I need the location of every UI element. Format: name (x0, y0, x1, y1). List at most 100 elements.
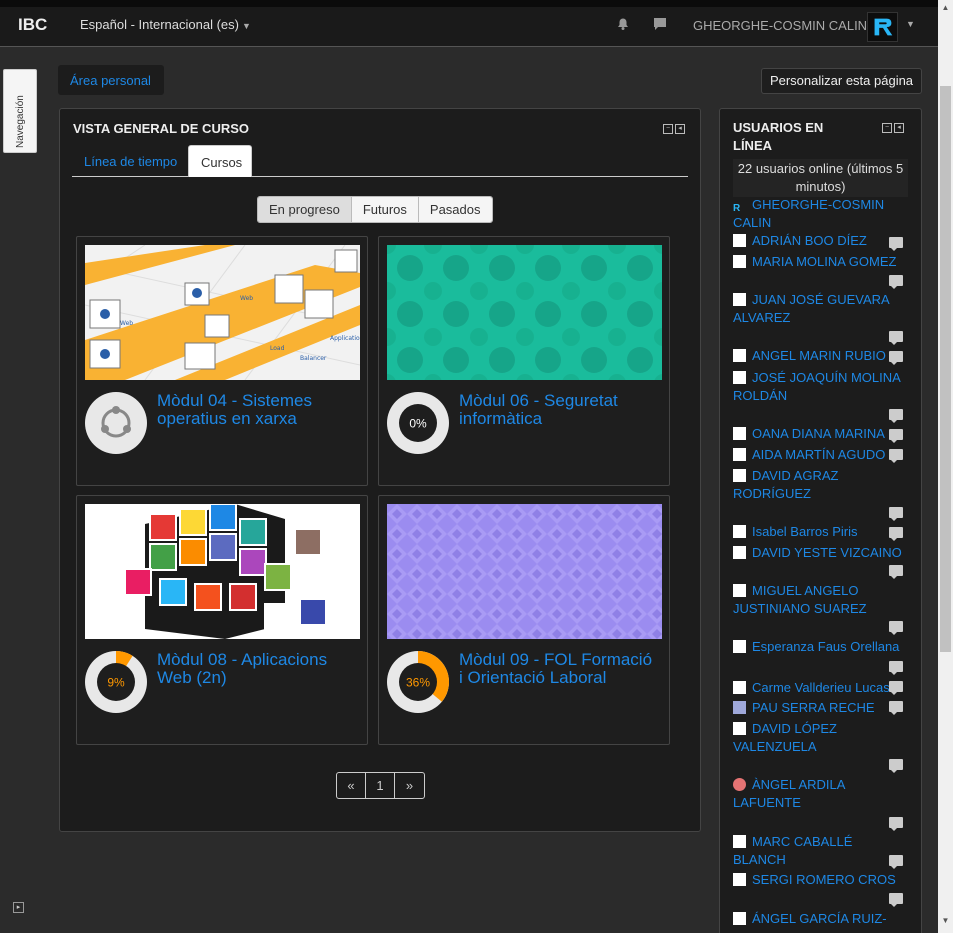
filter-in-progress-button[interactable]: En progreso (258, 197, 352, 222)
tab-timeline[interactable]: Línea de tiempo (72, 145, 189, 177)
send-message-icon[interactable] (889, 429, 903, 443)
course-image-network-diagram[interactable]: Web Load Balancer Web Application (85, 245, 360, 380)
online-user-name: Isabel Barros Piris (752, 524, 858, 539)
online-user-item[interactable]: Esperanza Faus Orellana (733, 638, 908, 656)
course-name-link[interactable]: Mòdul 09 - FOL Formació i Orientació Lab… (459, 651, 659, 687)
send-message-icon[interactable] (889, 817, 903, 831)
online-user-item[interactable]: OANA DIANA MARINA (733, 425, 908, 443)
online-user-item[interactable]: ÁNGEL GARCÍA RUIZ- (733, 910, 908, 928)
filter-past-button[interactable]: Pasados (418, 197, 492, 222)
hide-block-icon[interactable]: − (663, 124, 673, 134)
course-name-link[interactable]: Mòdul 08 - Aplicacions Web (2n) (157, 651, 357, 687)
user-avatar-icon (733, 640, 746, 653)
online-user-name: ÁNGEL GARCÍA RUIZ- (752, 911, 887, 926)
course-name-link[interactable]: Mòdul 06 - Seguretat informàtica (459, 392, 659, 428)
online-user-item[interactable]: Isabel Barros Piris (733, 523, 908, 541)
navigation-drawer-toggle[interactable]: Navegación (3, 69, 37, 153)
online-user-item[interactable]: ANGEL MARIN RUBIO (733, 347, 908, 365)
course-name-link[interactable]: Mòdul 04 - Sistemes operatius en xarxa (157, 392, 357, 428)
send-message-icon[interactable] (889, 759, 903, 773)
online-user-item[interactable]: JUAN JOSÉ GUEVARA ALVAREZ (733, 291, 908, 327)
page-scrollbar[interactable]: ▲ ▼ (938, 0, 953, 933)
course-card[interactable]: Web Load Balancer Web Application Mòdul 04 … (76, 236, 368, 486)
online-user-item[interactable]: SERGI ROMERO CROS (733, 871, 908, 889)
send-message-icon[interactable] (889, 621, 903, 635)
online-user-name: ANGEL MARIN RUBIO (752, 348, 886, 363)
online-user-name: OANA DIANA MARINA (752, 426, 885, 441)
send-message-icon[interactable] (889, 893, 903, 907)
svg-text:Application: Application (330, 335, 360, 342)
user-avatar-icon (733, 912, 746, 925)
online-user-item[interactable]: ÀNGEL ARDILA LAFUENTE (733, 776, 908, 812)
course-card[interactable]: 9% Mòdul 08 - Aplicacions Web (2n) (76, 495, 368, 745)
online-user-item[interactable]: AIDA MARTÍN AGUDO (733, 446, 908, 464)
navigation-drawer-label: Navegación (15, 95, 26, 148)
filter-future-button[interactable]: Futuros (351, 197, 419, 222)
pagination-prev-button[interactable]: « (337, 773, 366, 798)
breadcrumb-dashboard-link[interactable]: Área personal (70, 73, 151, 88)
online-user-item[interactable]: PAU SERRA RECHE (733, 699, 908, 717)
scroll-down-icon[interactable]: ▼ (938, 913, 953, 929)
send-message-icon[interactable] (889, 661, 903, 675)
site-brand[interactable]: IBC (18, 15, 47, 35)
send-message-icon[interactable] (889, 507, 903, 521)
messages-icon[interactable] (652, 16, 668, 32)
user-avatar-icon (733, 835, 746, 848)
user-avatar-icon (733, 525, 746, 538)
send-message-icon[interactable] (889, 565, 903, 579)
online-user-name: PAU SERRA RECHE (752, 700, 875, 715)
user-menu-caret-icon[interactable]: ▼ (906, 19, 915, 29)
online-user-item[interactable]: R GHEORGHE-COSMIN CALIN (733, 196, 908, 232)
send-message-icon[interactable] (889, 351, 903, 365)
send-message-icon[interactable] (889, 701, 903, 715)
course-card[interactable]: 0% Mòdul 06 - Seguretat informàtica (378, 236, 670, 486)
online-user-item[interactable]: MIGUEL ANGELO JUSTINIANO SUAREZ (733, 582, 908, 618)
scrollbar-thumb[interactable] (940, 86, 951, 652)
send-message-icon[interactable] (889, 331, 903, 345)
online-user-item[interactable]: JOSÉ JOAQUÍN MOLINA ROLDÁN (733, 369, 908, 405)
user-menu-name[interactable]: GHEORGHE-COSMIN CALIN (693, 18, 867, 33)
send-message-icon[interactable] (889, 527, 903, 541)
course-card[interactable]: 36% Mòdul 09 - FOL Formació i Orientació… (378, 495, 670, 745)
progress-label: 0% (409, 417, 427, 431)
online-user-item[interactable]: DAVID YESTE VIZCAINO (733, 544, 908, 562)
send-message-icon[interactable] (889, 275, 903, 289)
send-message-icon[interactable] (889, 449, 903, 463)
send-message-icon[interactable] (889, 237, 903, 251)
course-image-teal-pattern[interactable] (387, 245, 662, 380)
customize-page-button[interactable]: Personalizar esta página (761, 68, 922, 94)
user-avatar-icon (733, 873, 746, 886)
online-user-name: JUAN JOSÉ GUEVARA ALVAREZ (733, 292, 890, 325)
user-avatar-icon (733, 234, 746, 247)
dock-block-icon[interactable]: ▸ (13, 902, 24, 913)
dock-block-icon[interactable]: ◂ (675, 124, 685, 134)
scroll-up-icon[interactable]: ▲ (938, 0, 953, 16)
send-message-icon[interactable] (889, 855, 903, 869)
online-user-name: MARIA MOLINA GOMEZ (752, 254, 897, 269)
course-image-purple-pattern[interactable] (387, 504, 662, 639)
notifications-bell-icon[interactable] (615, 16, 631, 32)
online-user-item[interactable]: DAVID AGRAZ RODRÍGUEZ (733, 467, 908, 503)
hide-block-icon[interactable]: − (882, 123, 892, 133)
dock-block-icon[interactable]: ◂ (894, 123, 904, 133)
send-message-icon[interactable] (889, 681, 903, 695)
send-message-icon[interactable] (889, 409, 903, 423)
pagination-page-button[interactable]: 1 (366, 773, 395, 798)
course-image-app-cube[interactable] (85, 504, 360, 639)
tab-courses[interactable]: Cursos (188, 145, 252, 177)
user-avatar-icon (733, 584, 746, 597)
online-user-item[interactable]: Carme Vallderieu Lucas (733, 679, 908, 697)
progress-ring: 0% (387, 392, 449, 454)
language-menu[interactable]: Español - Internacional (es) ▼ (80, 17, 251, 32)
online-user-item[interactable]: MARC CABALLÉ BLANCH (733, 833, 908, 869)
progress-label: 9% (107, 676, 125, 690)
online-user-item[interactable]: MARIA MOLINA GOMEZ (733, 253, 908, 271)
user-avatar[interactable] (867, 12, 898, 42)
online-user-name: GHEORGHE-COSMIN CALIN (733, 197, 885, 230)
svg-text:Web: Web (240, 295, 253, 302)
online-user-item[interactable]: ADRIÁN BOO DÍEZ (733, 232, 908, 250)
user-avatar-icon (733, 255, 746, 268)
online-user-item[interactable]: DAVID LÓPEZ VALENZUELA (733, 720, 908, 756)
online-user-name: DAVID LÓPEZ VALENZUELA (733, 721, 838, 754)
pagination-next-button[interactable]: » (395, 773, 424, 798)
